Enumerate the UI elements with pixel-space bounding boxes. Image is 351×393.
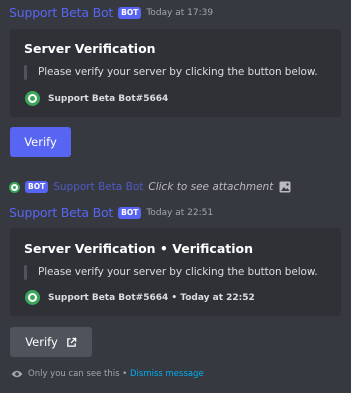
embed-title: Server Verification • Verification (24, 241, 254, 256)
reply-reference[interactable]: BOT Support Beta Bot Click to see attach… (9, 181, 291, 193)
verify-button-label: Verify (24, 135, 57, 149)
verify-link-button[interactable]: Verify (10, 327, 92, 357)
reply-preview-text[interactable]: Click to see attachment (148, 181, 273, 193)
verify-button-label: Verify (25, 335, 58, 349)
embed-footer: Support Beta Bot#5664 (25, 91, 168, 106)
embed-footer-text: Support Beta Bot#5664 (48, 93, 169, 104)
embed-description: Please verify your server by clicking th… (38, 66, 318, 78)
author-name[interactable]: Support Beta Bot (9, 5, 113, 20)
embed: Server Verification • Verification Pleas… (10, 228, 341, 316)
message-header: Support Beta Bot BOT Today at 22:51 (9, 205, 213, 220)
author-name[interactable]: Support Beta Bot (9, 205, 113, 220)
bot-avatar-icon (9, 181, 20, 193)
verify-button[interactable]: Verify (10, 127, 71, 157)
reply-author-name[interactable]: Support Beta Bot (53, 181, 143, 193)
embed-title: Server Verification (24, 41, 156, 56)
bot-avatar-icon (25, 91, 40, 106)
embed-footer: Support Beta Bot#5664 • Today at 22:52 (25, 290, 255, 305)
quote-bar (24, 265, 27, 280)
dismiss-message-link[interactable]: Dismiss message (130, 369, 204, 379)
eye-icon (11, 370, 23, 378)
bot-tag: BOT (25, 181, 49, 193)
quote-bar (24, 65, 27, 80)
message-timestamp[interactable]: Today at 22:51 (146, 208, 213, 218)
bot-tag: BOT (118, 206, 142, 219)
message-timestamp[interactable]: Today at 17:39 (146, 8, 213, 18)
ephemeral-text: Only you can see this • (28, 369, 128, 379)
message-header: Support Beta Bot BOT Today at 17:39 (9, 5, 213, 20)
bot-tag: BOT (118, 6, 142, 19)
embed-description: Please verify your server by clicking th… (38, 266, 318, 278)
embed: Server Verification Please verify your s… (10, 29, 341, 117)
ephemeral-notice: Only you can see this • Dismiss message (11, 369, 204, 379)
image-icon (279, 181, 291, 193)
embed-footer-text: Support Beta Bot#5664 • Today at 22:52 (48, 292, 255, 303)
external-link-icon (67, 337, 77, 347)
bot-avatar-icon (25, 290, 40, 305)
